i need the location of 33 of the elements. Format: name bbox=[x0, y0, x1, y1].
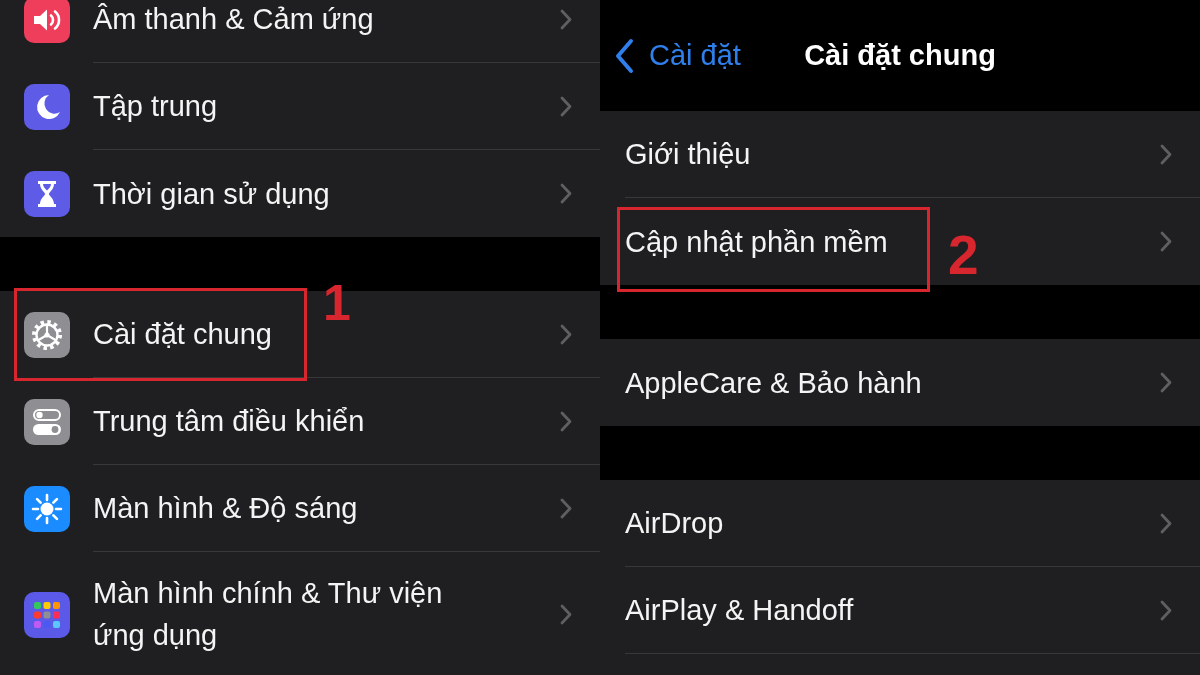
back-button[interactable]: Cài đặt bbox=[614, 37, 741, 74]
moon-icon bbox=[24, 83, 70, 130]
settings-row[interactable]: Trung tâm điều khiển bbox=[0, 378, 600, 465]
chevron-right-icon bbox=[560, 323, 572, 345]
chevron-right-icon bbox=[1160, 231, 1172, 252]
settings-row[interactable]: Màn hình chính & Thư viện ứng dụng bbox=[0, 552, 600, 675]
toggles-icon bbox=[24, 398, 70, 445]
chevron-left-icon bbox=[614, 37, 634, 74]
hourglass-icon bbox=[24, 170, 70, 217]
chevron-right-icon bbox=[560, 497, 572, 519]
chevron-right-icon bbox=[1160, 143, 1172, 165]
settings-row[interactable]: AirPlay & Handoff bbox=[600, 567, 1200, 654]
settings-row[interactable]: AirDrop bbox=[600, 480, 1200, 567]
app-grid-icon bbox=[24, 591, 70, 638]
chevron-right-icon bbox=[560, 183, 572, 204]
chevron-right-icon bbox=[1160, 599, 1172, 621]
settings-row[interactable]: Tập trung bbox=[0, 63, 600, 150]
speaker-icon bbox=[24, 0, 70, 43]
callout-number: 2 bbox=[948, 228, 979, 283]
chevron-right-icon bbox=[560, 410, 572, 432]
chevron-right-icon bbox=[1160, 372, 1172, 393]
screen-title: Cài đặt chung bbox=[804, 39, 996, 72]
chevron-right-icon bbox=[560, 95, 572, 117]
chevron-right-icon bbox=[1160, 512, 1172, 534]
chevron-right-icon bbox=[560, 8, 572, 30]
settings-row[interactable]: Thời gian sử dụng bbox=[0, 150, 600, 237]
chevron-right-icon bbox=[560, 603, 572, 625]
sun-icon bbox=[24, 485, 70, 532]
settings-row[interactable]: Màn hình & Độ sáng bbox=[0, 465, 600, 552]
gear-icon bbox=[24, 311, 70, 358]
settings-row[interactable]: AppleCare & Bảo hành bbox=[600, 339, 1200, 426]
settings-row[interactable]: Giới thiệu bbox=[600, 111, 1200, 198]
settings-row[interactable]: Âm thanh & Cảm ứng bbox=[0, 0, 600, 63]
